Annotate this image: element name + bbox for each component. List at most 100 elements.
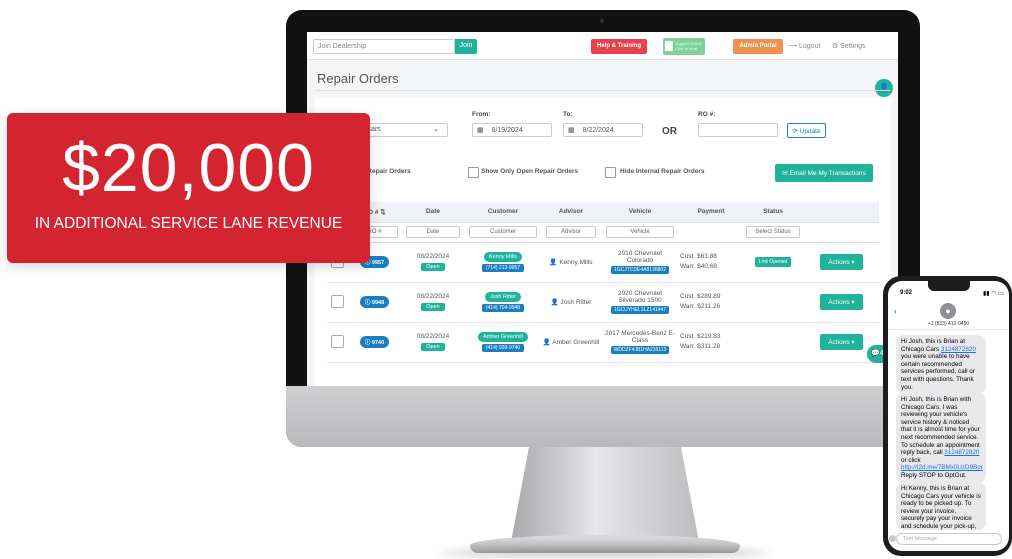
payment-cell: Cust. $61.88 Warr. $40.68 <box>680 242 742 283</box>
ro-number-input[interactable] <box>698 123 778 137</box>
hide-internal-checkbox[interactable] <box>605 167 616 178</box>
phone-link[interactable]: 3124872820 <box>944 449 979 456</box>
update-label: Update <box>799 128 821 135</box>
vehicle-line2: Colorado <box>626 257 654 264</box>
phone-time: 9:02 <box>900 290 913 296</box>
top-bar: Join Dealership Join Help & Training Sup… <box>307 32 898 60</box>
update-button[interactable]: ⟳ Update <box>787 123 826 138</box>
vehicle-filter-input[interactable]: Vehicle <box>605 226 675 238</box>
info-icon: ⓘ <box>364 340 371 346</box>
vehicle-line2: Silverado 1500 <box>618 297 662 304</box>
vin-badge: WDDZF4JB1HA235113 <box>610 346 670 354</box>
calendar-icon: ▦ <box>568 127 575 134</box>
chat-bubble-icon: 💬 <box>871 350 880 357</box>
chat-icon <box>665 41 673 51</box>
actions-cell: Actions ▾ <box>804 242 879 283</box>
filter-cell <box>680 222 742 243</box>
signal-wifi-battery-icon: ▮▮ ◠ ▭ <box>983 291 1004 297</box>
admin-portal-button[interactable]: Admin Portal <box>733 39 783 54</box>
revenue-banner: $20,000 IN ADDITIONAL SERVICE LANE REVEN… <box>7 113 370 263</box>
vin-badge: 1GCJTCDE4A8136802 <box>611 266 669 274</box>
ro-number: 9740 <box>371 340 385 346</box>
back-chevron-icon[interactable]: ‹ <box>894 307 897 316</box>
phone-badge[interactable]: (714) 213-9957 <box>481 264 525 272</box>
revenue-amount: $20,000 <box>62 130 315 206</box>
advisor-cell[interactable]: 👤 Kenny Mills <box>542 242 600 283</box>
customer-badge[interactable]: Kenny Mills <box>483 252 523 262</box>
ro-badge[interactable]: ⓘ 9740 <box>359 336 390 348</box>
logout-link[interactable]: ⟶ Logout <box>787 42 820 50</box>
open-status-badge: Open <box>421 303 445 311</box>
ro-date: 08/22/2024 <box>416 253 450 260</box>
filter-cell: Advisor <box>542 222 600 243</box>
status-cell: Link Opened <box>742 242 804 283</box>
header-payment[interactable]: Payment <box>680 202 742 223</box>
ro-date: 08/22/2024 <box>416 333 450 340</box>
header-date[interactable]: Date <box>402 202 464 223</box>
table-header-row: RO # ⇅ Date Customer Advisor Vehicle Pay… <box>327 202 879 223</box>
plus-icon[interactable] <box>889 535 896 542</box>
table-row[interactable]: ⓘ 9948 08/22/2024 Open Josh Ritter (414) 7… <box>327 282 879 323</box>
actions-dropdown-button[interactable]: Actions ▾ <box>820 294 863 310</box>
person-icon: 👤 <box>550 299 559 306</box>
customer-cell: Josh Ritter (414) 704-9948 <box>464 282 542 323</box>
help-training-button[interactable]: Help & Training <box>591 39 647 54</box>
url-link[interactable]: http://t2d.me/7BMx0UzD9Bor <box>901 464 983 471</box>
from-date-input[interactable]: ▦ 8/19/2024 <box>472 123 552 137</box>
phone-badge[interactable]: (414) 704-9948 <box>481 304 525 312</box>
actions-dropdown-button[interactable]: Actions ▾ <box>820 254 863 270</box>
header-advisor[interactable]: Advisor <box>542 202 600 223</box>
filter-cell: Customer <box>464 222 542 243</box>
customer-filter-input[interactable]: Customer <box>469 226 537 238</box>
date-filter-input[interactable]: Date <box>406 226 460 238</box>
ro-label: RO #: <box>698 111 716 118</box>
hide-internal-label: Hide Internal Repair Orders <box>620 168 705 175</box>
warranty-amount: Warr. $40.68 <box>680 263 717 270</box>
ro-badge[interactable]: ⓘ 9948 <box>359 296 390 308</box>
advisor-filter-input[interactable]: Advisor <box>546 226 596 238</box>
phone-link[interactable]: 3124872820 <box>941 346 976 353</box>
show-open-checkbox[interactable] <box>468 167 479 178</box>
header-vehicle[interactable]: Vehicle <box>600 202 680 223</box>
customer-badge[interactable]: Josh Ritter <box>484 292 522 302</box>
message-text: Hi Kenny, this is Brian at Chicago Cars … <box>901 485 981 530</box>
text-message-input[interactable]: Text Message <box>896 533 1002 545</box>
row-checkbox[interactable] <box>330 334 344 348</box>
contact-number: +1 (833) 412-0450 <box>927 321 970 327</box>
page-title: Repair Orders <box>317 71 399 86</box>
join-button[interactable]: Join <box>455 39 477 54</box>
row-checkbox[interactable] <box>330 294 344 308</box>
ro-date: 08/22/2024 <box>416 293 450 300</box>
or-separator: OR <box>662 126 677 137</box>
vehicle-line1: 2010 Chevrolet <box>617 250 663 257</box>
contact-avatar[interactable]: ● <box>940 303 956 319</box>
phone-badge[interactable]: (414) 939-9740 <box>481 344 525 352</box>
status-filter-select[interactable]: Select Status <box>746 226 800 238</box>
to-date-input[interactable]: ▦ 8/22/2024 <box>563 123 643 137</box>
advisor-cell[interactable]: 👤 Josh Ritter <box>542 282 600 323</box>
join-dealership-input[interactable]: Join Dealership <box>313 39 455 54</box>
table-row[interactable]: ⓘ 9957 08/22/2024 Open Kenny Mills (714) 2… <box>327 242 879 283</box>
message-text: or click <box>901 456 921 464</box>
customer-badge[interactable]: Amber Greenhill <box>478 332 528 342</box>
user-icon[interactable]: 👤 <box>875 79 893 97</box>
vehicle-cell: 2010 Chevrolet Colorado 1GCJTCDE4A8136802 <box>600 242 680 283</box>
actions-dropdown-button[interactable]: Actions ▾ <box>820 334 863 350</box>
header-customer[interactable]: Customer <box>464 202 542 223</box>
actions-cell: Actions ▾ <box>804 282 879 323</box>
email-button-label: Email Me My Transactions <box>789 170 866 177</box>
status-cell <box>742 282 804 323</box>
chevron-down-icon: ⌄ <box>433 126 439 133</box>
table-row[interactable]: ⓘ 9740 08/22/2024 Open Amber Greenhill (41… <box>327 322 879 363</box>
email-transactions-button[interactable]: ✉ Email Me My Transactions <box>775 164 873 182</box>
date-cell: 08/22/2024 Open <box>402 282 464 323</box>
header-status[interactable]: Status <box>742 202 804 223</box>
settings-link[interactable]: ⚙ Settings <box>832 42 866 50</box>
to-date-value: 8/22/2024 <box>582 127 614 134</box>
warranty-amount: Warr. $311.28 <box>680 343 721 350</box>
support-line2: Click to chat <box>675 46 697 51</box>
advisor-cell[interactable]: 👤 Amber Greenhill <box>542 322 600 363</box>
support-online-button[interactable]: Support Online Click to chat <box>663 38 705 55</box>
status-cell <box>742 322 804 363</box>
message-bubble: Hi Kenny, this is Brian at Chicago Cars … <box>896 482 986 530</box>
